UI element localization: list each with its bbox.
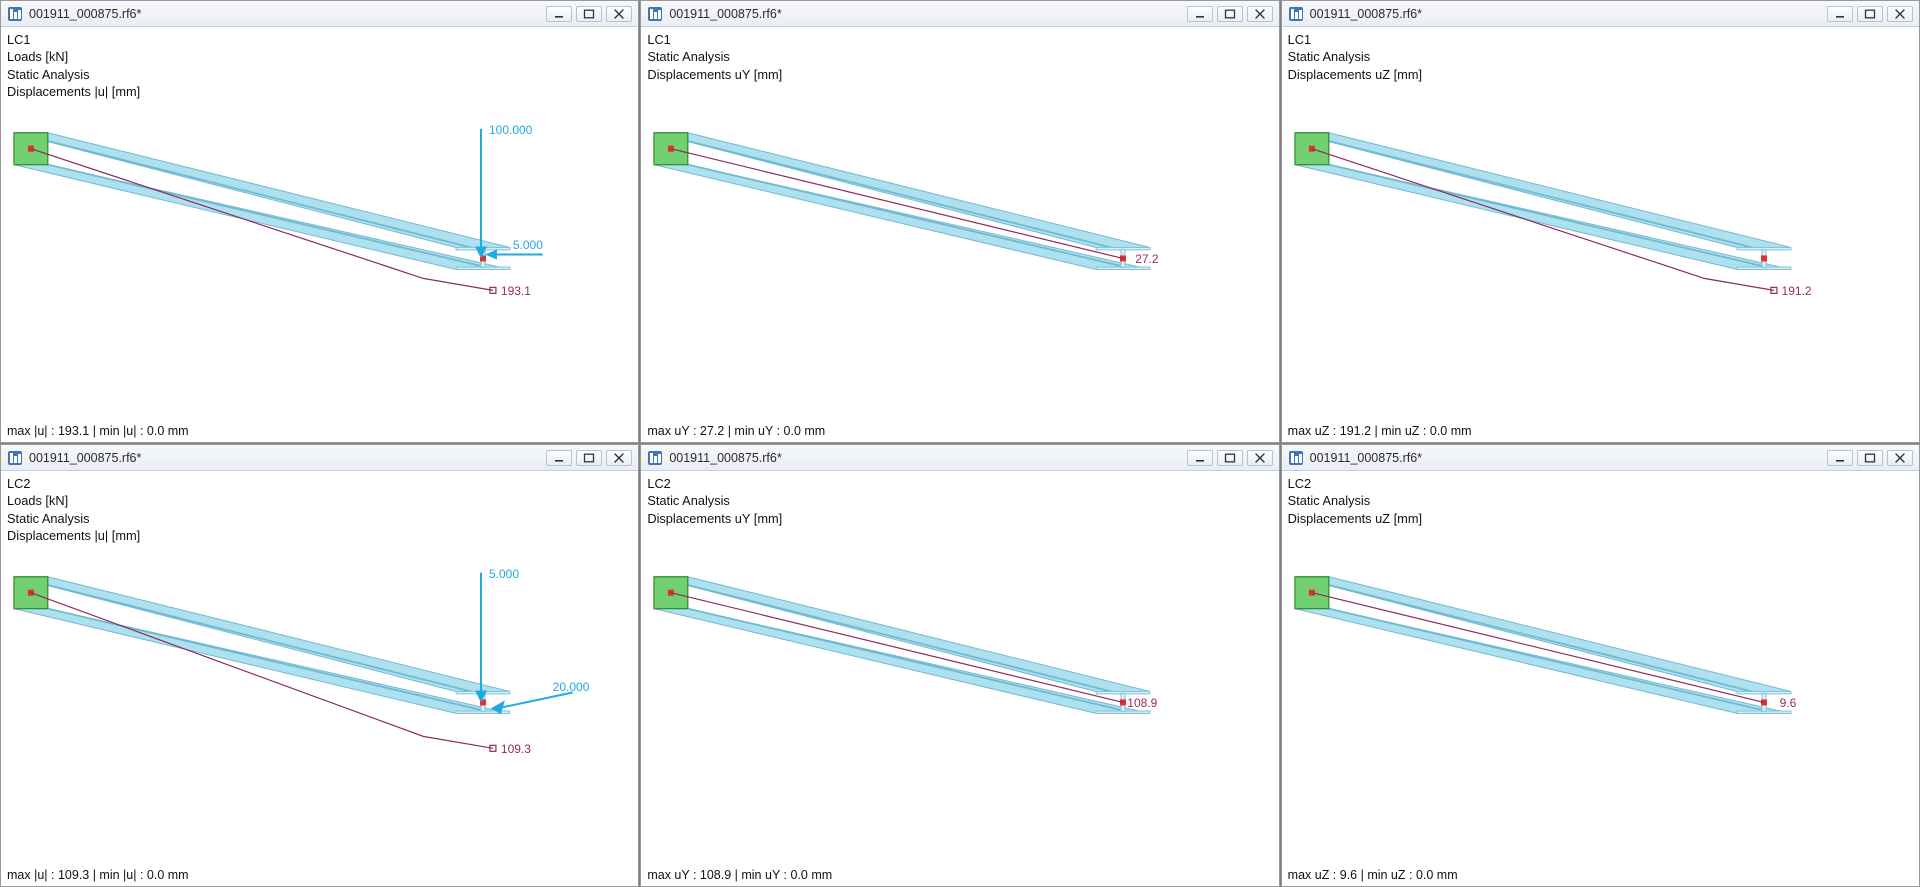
- app-icon: [7, 450, 23, 466]
- viewport-pane: 001911_000875.rf6* LC1Loads [kN]Static A…: [0, 0, 639, 443]
- load-horizontal-label: 5.000: [513, 238, 543, 252]
- titlebar[interactable]: 001911_000875.rf6*: [1282, 445, 1919, 471]
- window-title: 001911_000875.rf6*: [1310, 451, 1827, 465]
- viewport-pane: 001911_000875.rf6* LC1Static AnalysisDis…: [1281, 0, 1920, 443]
- maximize-button[interactable]: [1857, 6, 1883, 22]
- displacement-label: 108.9: [1127, 696, 1157, 710]
- minimize-button[interactable]: [546, 450, 572, 466]
- app-icon: [647, 6, 663, 22]
- beam-stage: 27.2: [641, 27, 1278, 442]
- maximize-button[interactable]: [1217, 450, 1243, 466]
- load-vertical-label: 5.000: [489, 567, 519, 581]
- status-text: max |u| : 193.1 | min |u| : 0.0 mm: [7, 424, 189, 438]
- viewport-pane: 001911_000875.rf6* LC2Static AnalysisDis…: [1281, 444, 1920, 887]
- beam-stage: 5.000 20.000 109.3: [1, 471, 638, 886]
- app-icon: [7, 6, 23, 22]
- titlebar[interactable]: 001911_000875.rf6*: [641, 1, 1278, 27]
- titlebar[interactable]: 001911_000875.rf6*: [1, 445, 638, 471]
- close-button[interactable]: [1887, 6, 1913, 22]
- minimize-button[interactable]: [1827, 450, 1853, 466]
- window-title: 001911_000875.rf6*: [669, 451, 1186, 465]
- app-icon: [1288, 450, 1304, 466]
- model-canvas[interactable]: LC1Static AnalysisDisplacements uZ [mm] …: [1282, 27, 1919, 442]
- close-button[interactable]: [606, 6, 632, 22]
- beam-stage: 108.9: [641, 471, 1278, 886]
- displacement-label: 27.2: [1135, 252, 1158, 266]
- model-canvas[interactable]: LC2Static AnalysisDisplacements uZ [mm] …: [1282, 471, 1919, 886]
- model-canvas[interactable]: LC2Static AnalysisDisplacements uY [mm] …: [641, 471, 1278, 886]
- displacement-label: 9.6: [1780, 696, 1797, 710]
- minimize-button[interactable]: [546, 6, 572, 22]
- maximize-button[interactable]: [1857, 450, 1883, 466]
- viewport-pane: 001911_000875.rf6* LC1Static AnalysisDis…: [640, 0, 1279, 443]
- model-canvas[interactable]: LC1Static AnalysisDisplacements uY [mm] …: [641, 27, 1278, 442]
- beam-stage: 9.6: [1282, 471, 1919, 886]
- minimize-button[interactable]: [1187, 6, 1213, 22]
- maximize-button[interactable]: [576, 6, 602, 22]
- close-button[interactable]: [1247, 6, 1273, 22]
- close-button[interactable]: [606, 450, 632, 466]
- app-icon: [1288, 6, 1304, 22]
- titlebar[interactable]: 001911_000875.rf6*: [641, 445, 1278, 471]
- viewport-pane: 001911_000875.rf6* LC2Static AnalysisDis…: [640, 444, 1279, 887]
- maximize-button[interactable]: [1217, 6, 1243, 22]
- status-text: max uY : 108.9 | min uY : 0.0 mm: [647, 868, 832, 882]
- titlebar[interactable]: 001911_000875.rf6*: [1, 1, 638, 27]
- window-title: 001911_000875.rf6*: [1310, 7, 1827, 21]
- beam-stage: 100.000 5.000 193.1: [1, 27, 638, 442]
- status-text: max uY : 27.2 | min uY : 0.0 mm: [647, 424, 825, 438]
- window-title: 001911_000875.rf6*: [669, 7, 1186, 21]
- app-icon: [647, 450, 663, 466]
- status-text: max |u| : 109.3 | min |u| : 0.0 mm: [7, 868, 189, 882]
- close-button[interactable]: [1887, 450, 1913, 466]
- model-canvas[interactable]: LC1Loads [kN]Static AnalysisDisplacement…: [1, 27, 638, 442]
- displacement-label: 191.2: [1782, 284, 1812, 298]
- beam-stage: 191.2: [1282, 27, 1919, 442]
- displacement-label: 193.1: [501, 284, 531, 298]
- window-title: 001911_000875.rf6*: [29, 451, 546, 465]
- status-text: max uZ : 9.6 | min uZ : 0.0 mm: [1288, 868, 1458, 882]
- displacement-label: 109.3: [501, 742, 531, 756]
- close-button[interactable]: [1247, 450, 1273, 466]
- load-vertical-label: 100.000: [489, 123, 532, 137]
- titlebar[interactable]: 001911_000875.rf6*: [1282, 1, 1919, 27]
- model-canvas[interactable]: LC2Loads [kN]Static AnalysisDisplacement…: [1, 471, 638, 886]
- viewport-pane: 001911_000875.rf6* LC2Loads [kN]Static A…: [0, 444, 639, 887]
- maximize-button[interactable]: [576, 450, 602, 466]
- minimize-button[interactable]: [1827, 6, 1853, 22]
- status-text: max uZ : 191.2 | min uZ : 0.0 mm: [1288, 424, 1472, 438]
- window-title: 001911_000875.rf6*: [29, 7, 546, 21]
- minimize-button[interactable]: [1187, 450, 1213, 466]
- load-horizontal-label: 20.000: [553, 680, 590, 694]
